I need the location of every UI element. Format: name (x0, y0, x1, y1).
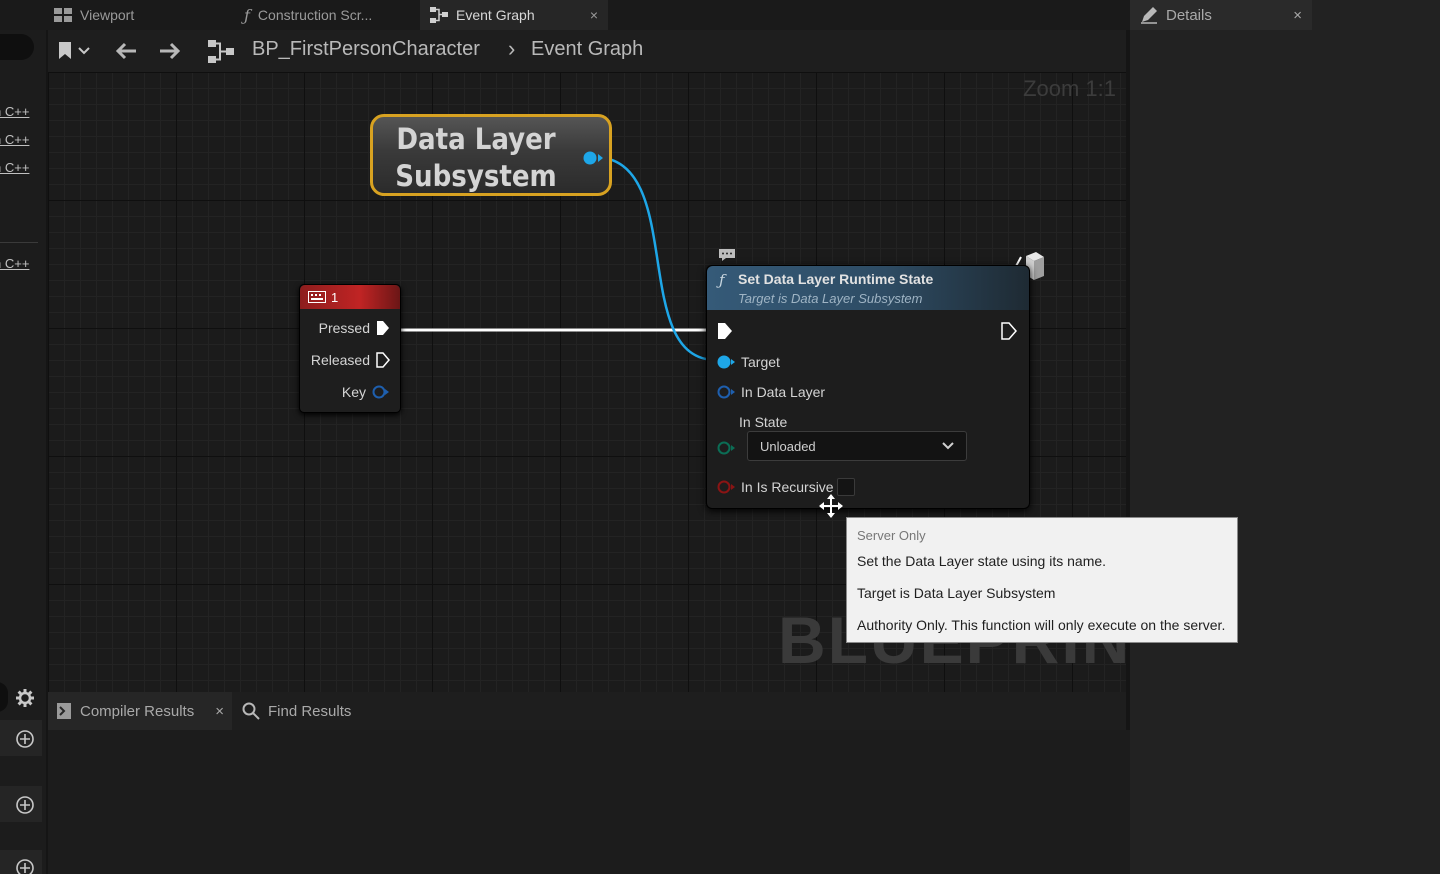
tab-compiler-results[interactable]: Compiler Results × (48, 692, 232, 730)
in-state-value: Unloaded (760, 438, 816, 454)
in-is-recursive-pin-row[interactable]: In Is Recursive (717, 479, 834, 495)
node-title-line2: Subsystem (395, 159, 557, 193)
search-field[interactable] (0, 34, 34, 60)
event-graph-icon (430, 7, 448, 23)
tab-viewport-label: Viewport (80, 7, 135, 23)
object-output-pin[interactable] (583, 151, 607, 165)
comment-bubble-icon[interactable] (718, 248, 736, 262)
find-results-label: Find Results (268, 702, 352, 720)
left-panel: n C++ n C++ n C++ n C++ (0, 30, 46, 874)
key-event-node[interactable]: 1 Pressed Released Key (299, 284, 401, 413)
list-item[interactable]: n C++ (0, 256, 29, 271)
tooltip-server-only: Server Only (857, 528, 926, 543)
details-panel (1130, 0, 1440, 874)
close-compiler-results-button[interactable]: × (215, 703, 224, 720)
compiler-results-label: Compiler Results (80, 702, 195, 720)
released-label: Released (310, 352, 370, 368)
tab-find-results[interactable]: Find Results (234, 692, 374, 730)
bool-input-pin[interactable] (717, 480, 735, 494)
list-item[interactable]: n C++ (0, 104, 29, 119)
in-state-label-row: In State (739, 414, 787, 430)
close-details-button[interactable]: × (1293, 7, 1302, 24)
function-tooltip: Server Only Set the Data Layer state usi… (846, 517, 1238, 643)
pressed-label: Pressed (318, 320, 370, 336)
in-is-recursive-label: In Is Recursive (741, 479, 834, 495)
function-icon: ƒ (244, 5, 250, 25)
tooltip-description: Set the Data Layer state using its name. (857, 553, 1107, 569)
move-cursor-icon (819, 494, 843, 518)
tab-details[interactable]: Details × (1130, 0, 1312, 30)
search-icon (242, 702, 260, 720)
key-pin-label: Key (341, 384, 366, 400)
key-pin-row[interactable]: Key (342, 384, 390, 400)
search-field[interactable] (0, 682, 8, 712)
tab-construction-script[interactable]: ƒ Construction Scr... (234, 0, 416, 30)
target-label: Target (741, 354, 780, 370)
tab-viewport[interactable]: Viewport (44, 0, 234, 30)
list-item[interactable]: n C++ (0, 160, 29, 175)
enum-input-pin[interactable] (717, 441, 735, 455)
data-layer-subsystem-node[interactable]: Data Layer Subsystem (370, 114, 612, 196)
struct-output-pin[interactable] (372, 385, 390, 399)
tooltip-target: Target is Data Layer Subsystem (857, 585, 1056, 601)
function-icon: ƒ (719, 271, 725, 289)
compiler-results-icon (57, 703, 71, 719)
exec-output-pin[interactable] (376, 320, 390, 336)
add-circle-icon[interactable] (15, 729, 35, 749)
details-title: Details (1166, 6, 1212, 24)
viewport-icon (54, 8, 72, 22)
pressed-pin-row[interactable]: Pressed (319, 320, 390, 336)
key-label: 1 (331, 289, 339, 305)
chevron-down-icon (942, 442, 954, 450)
add-circle-icon[interactable] (15, 858, 35, 874)
tooltip-authority: Authority Only. This function will only … (857, 617, 1226, 633)
object-input-pin[interactable] (717, 355, 735, 369)
struct-input-pin[interactable] (717, 385, 735, 399)
tab-construction-script-label: Construction Scr... (257, 7, 373, 23)
key-node-header: 1 (300, 285, 400, 309)
gear-icon[interactable] (15, 688, 35, 708)
node-title: Set Data Layer Runtime State (738, 271, 934, 287)
breadcrumb-separator: › (508, 36, 516, 61)
pencil-icon (1141, 7, 1157, 24)
set-data-layer-runtime-state-node[interactable]: ƒ Set Data Layer Runtime State Target is… (706, 265, 1030, 509)
forward-arrow-icon[interactable] (158, 41, 182, 61)
list-item[interactable]: n C++ (0, 132, 29, 147)
exec-output-pin[interactable] (1001, 322, 1017, 340)
in-state-dropdown[interactable]: Unloaded (747, 431, 967, 461)
bookmark-icon[interactable] (57, 41, 95, 61)
exec-output-pin[interactable] (376, 352, 390, 368)
tab-event-graph[interactable]: Event Graph × (420, 0, 608, 30)
results-panel (48, 730, 1130, 874)
target-pin-row[interactable]: Target (717, 354, 780, 370)
keyboard-icon (308, 291, 326, 303)
released-pin-row[interactable]: Released (311, 352, 390, 368)
back-arrow-icon[interactable] (114, 41, 138, 61)
blueprint-graph-icon (208, 40, 234, 63)
function-node-header: ƒ Set Data Layer Runtime State Target is… (707, 266, 1029, 310)
breadcrumb-blueprint[interactable]: BP_FirstPersonCharacter (252, 38, 480, 61)
add-circle-icon[interactable] (15, 795, 35, 815)
in-data-layer-label: In Data Layer (741, 384, 826, 400)
breadcrumb-graph[interactable]: Event Graph (531, 38, 643, 61)
exec-input-pin[interactable] (717, 322, 733, 340)
tab-event-graph-label: Event Graph (456, 7, 535, 23)
in-state-label: In State (739, 414, 788, 430)
node-subtitle: Target is Data Layer Subsystem (738, 291, 923, 306)
node-title-line1: Data Layer (396, 122, 556, 156)
close-tab-button[interactable]: × (590, 7, 598, 23)
divider (0, 242, 38, 243)
in-data-layer-pin-row[interactable]: In Data Layer (717, 384, 825, 400)
